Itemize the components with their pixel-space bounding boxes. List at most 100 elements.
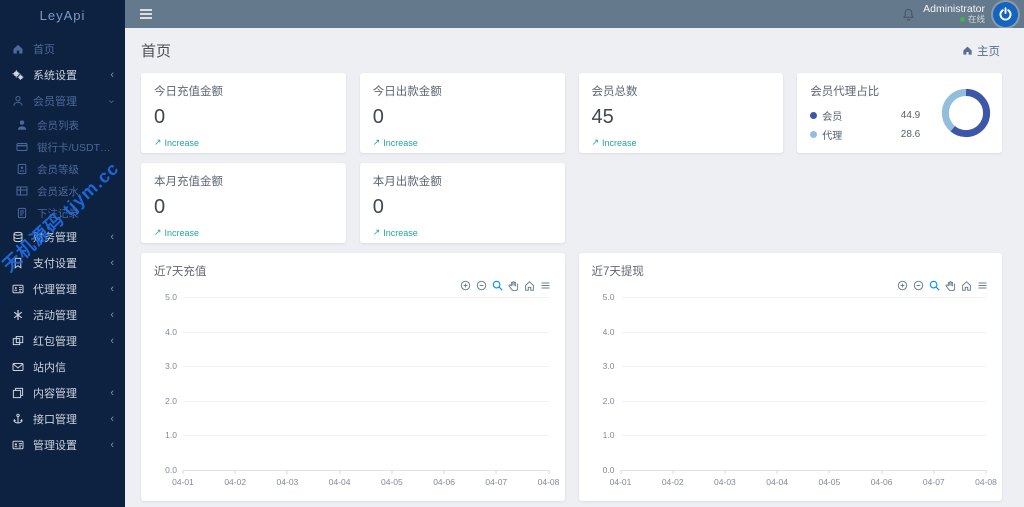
chart-menu-icon[interactable]	[540, 280, 551, 291]
id-card-icon	[11, 283, 24, 295]
selection-zoom-icon[interactable]	[929, 280, 940, 291]
y-gridline	[183, 297, 549, 298]
x-axis-label: 04-04	[766, 477, 788, 487]
zoom-in-icon[interactable]	[460, 280, 471, 291]
x-axis-tick	[548, 470, 549, 474]
mail-icon	[11, 361, 24, 373]
legend-dot-agent	[810, 131, 817, 138]
sidebar-item-home[interactable]: 首页	[0, 36, 125, 62]
topbar: Administrator 在线	[125, 0, 1024, 28]
sidebar-item-red-packet-management[interactable]: 红包管理‹	[0, 328, 125, 354]
y-axis-label: 5.0	[151, 292, 177, 302]
sidebar-item-label: 接口管理	[33, 411, 77, 427]
y-gridline	[621, 401, 987, 402]
credit-card-icon	[15, 141, 28, 153]
stat-card-value: 0	[154, 196, 333, 219]
sidebar: LeyApi 首页系统设置‹会员管理‹会员列表银行卡/USDT绑定会员等级会员返…	[0, 0, 125, 507]
y-axis-label: 0.0	[151, 465, 177, 475]
sidebar-item-system-settings[interactable]: 系统设置‹	[0, 62, 125, 88]
stat-card-title: 今日充值金额	[154, 83, 333, 99]
bookmark-icon	[11, 257, 24, 269]
x-axis-tick	[235, 470, 236, 474]
stat-card-value: 0	[373, 196, 552, 219]
y-gridline	[621, 297, 987, 298]
stat-card-footer: Increase	[602, 138, 637, 148]
chevron-left-icon: ‹	[110, 232, 114, 243]
sidebar-subitem-bank-usdt-binding[interactable]: 银行卡/USDT绑定	[0, 136, 125, 158]
page-head: 首页 主页	[141, 40, 1000, 61]
sidebar-item-label: 会员返水	[37, 184, 79, 199]
y-axis-label: 0.0	[589, 465, 615, 475]
sidebar-subitem-member-level[interactable]: 会员等级	[0, 158, 125, 180]
sidebar-item-agent-management[interactable]: 代理管理‹	[0, 276, 125, 302]
chevron-left-icon: ‹	[110, 258, 114, 269]
y-gridline	[621, 332, 987, 333]
stat-card-title: 本月充值金额	[154, 173, 333, 189]
sidebar-item-site-mail[interactable]: 站内信	[0, 354, 125, 380]
sidebar-subitem-bet-records[interactable]: 下注记录	[0, 202, 125, 224]
pan-icon[interactable]	[508, 280, 519, 291]
breadcrumb-home-label: 主页	[977, 43, 1000, 59]
api-icon	[11, 413, 24, 425]
sidebar-item-label: 站内信	[33, 359, 66, 375]
increase-arrow-icon: ↗	[154, 137, 162, 148]
y-axis-label: 3.0	[589, 361, 615, 371]
sidebar-item-label: 银行卡/USDT绑定	[37, 140, 114, 155]
reset-zoom-home-icon[interactable]	[961, 280, 972, 291]
selection-zoom-icon[interactable]	[492, 280, 503, 291]
x-axis-tick	[672, 470, 673, 474]
breadcrumb-home[interactable]: 主页	[962, 43, 1000, 59]
legend-dot-member	[810, 112, 817, 119]
pan-icon[interactable]	[945, 280, 956, 291]
x-axis-label: 04-02	[224, 477, 246, 487]
stat-card-value: 45	[592, 106, 771, 129]
user-icon	[11, 95, 24, 107]
sidebar-item-api-management[interactable]: 接口管理 ‹	[0, 406, 125, 432]
zoom-out-icon[interactable]	[913, 280, 924, 291]
sidebar-item-content-management[interactable]: 内容管理‹	[0, 380, 125, 406]
zoom-out-icon[interactable]	[476, 280, 487, 291]
sidebar-item-payment-settings[interactable]: 支付设置‹	[0, 250, 125, 276]
user-menu[interactable]: Administrator 在线	[923, 4, 985, 25]
y-gridline	[183, 332, 549, 333]
x-axis-tick	[496, 470, 497, 474]
stat-card-title: 会员总数	[592, 83, 771, 99]
sidebar-item-label: 下注记录	[37, 206, 79, 221]
chevron-left-icon: ‹	[110, 440, 114, 451]
user-solid-icon	[15, 119, 28, 131]
y-gridline	[183, 366, 549, 367]
chart-toolbar	[460, 280, 551, 291]
chart-menu-icon[interactable]	[977, 280, 988, 291]
menu-toggle-button[interactable]	[135, 6, 157, 22]
x-axis-label: 04-07	[923, 477, 945, 487]
home-icon	[962, 45, 973, 56]
sidebar-subitem-member-rebate[interactable]: 会员返水	[0, 180, 125, 202]
y-gridline	[183, 435, 549, 436]
x-axis-label: 04-05	[381, 477, 403, 487]
online-dot	[960, 17, 965, 22]
logout-power-button[interactable]	[993, 2, 1018, 27]
sidebar-item-member-management[interactable]: 会员管理‹	[0, 88, 125, 114]
sidebar-item-finance-management[interactable]: 财务管理‹	[0, 224, 125, 250]
x-axis-label: 04-07	[485, 477, 507, 487]
reset-zoom-home-icon[interactable]	[524, 280, 535, 291]
x-axis-tick	[724, 470, 725, 474]
chevron-left-icon: ‹	[110, 414, 114, 425]
sidebar-subitem-member-list[interactable]: 会员列表	[0, 114, 125, 136]
x-axis-label: 04-04	[329, 477, 351, 487]
x-axis-label: 04-06	[871, 477, 893, 487]
app-logo: LeyApi	[0, 0, 125, 32]
zoom-in-icon[interactable]	[897, 280, 908, 291]
legend-value: 44.9	[901, 110, 920, 121]
x-axis-label: 04-01	[610, 477, 632, 487]
chevron-left-icon: ‹	[110, 70, 114, 81]
legend-label: 会员	[822, 108, 842, 123]
x-axis-label: 04-06	[433, 477, 455, 487]
chevron-left-icon: ‹	[110, 310, 114, 321]
increase-arrow-icon: ↗	[373, 137, 381, 148]
bell-icon[interactable]	[902, 8, 915, 21]
sidebar-item-activity-management[interactable]: 活动管理‹	[0, 302, 125, 328]
y-axis-label: 2.0	[151, 396, 177, 406]
sidebar-item-admin-settings[interactable]: 管理设置‹	[0, 432, 125, 458]
admin-card-icon	[11, 439, 24, 451]
